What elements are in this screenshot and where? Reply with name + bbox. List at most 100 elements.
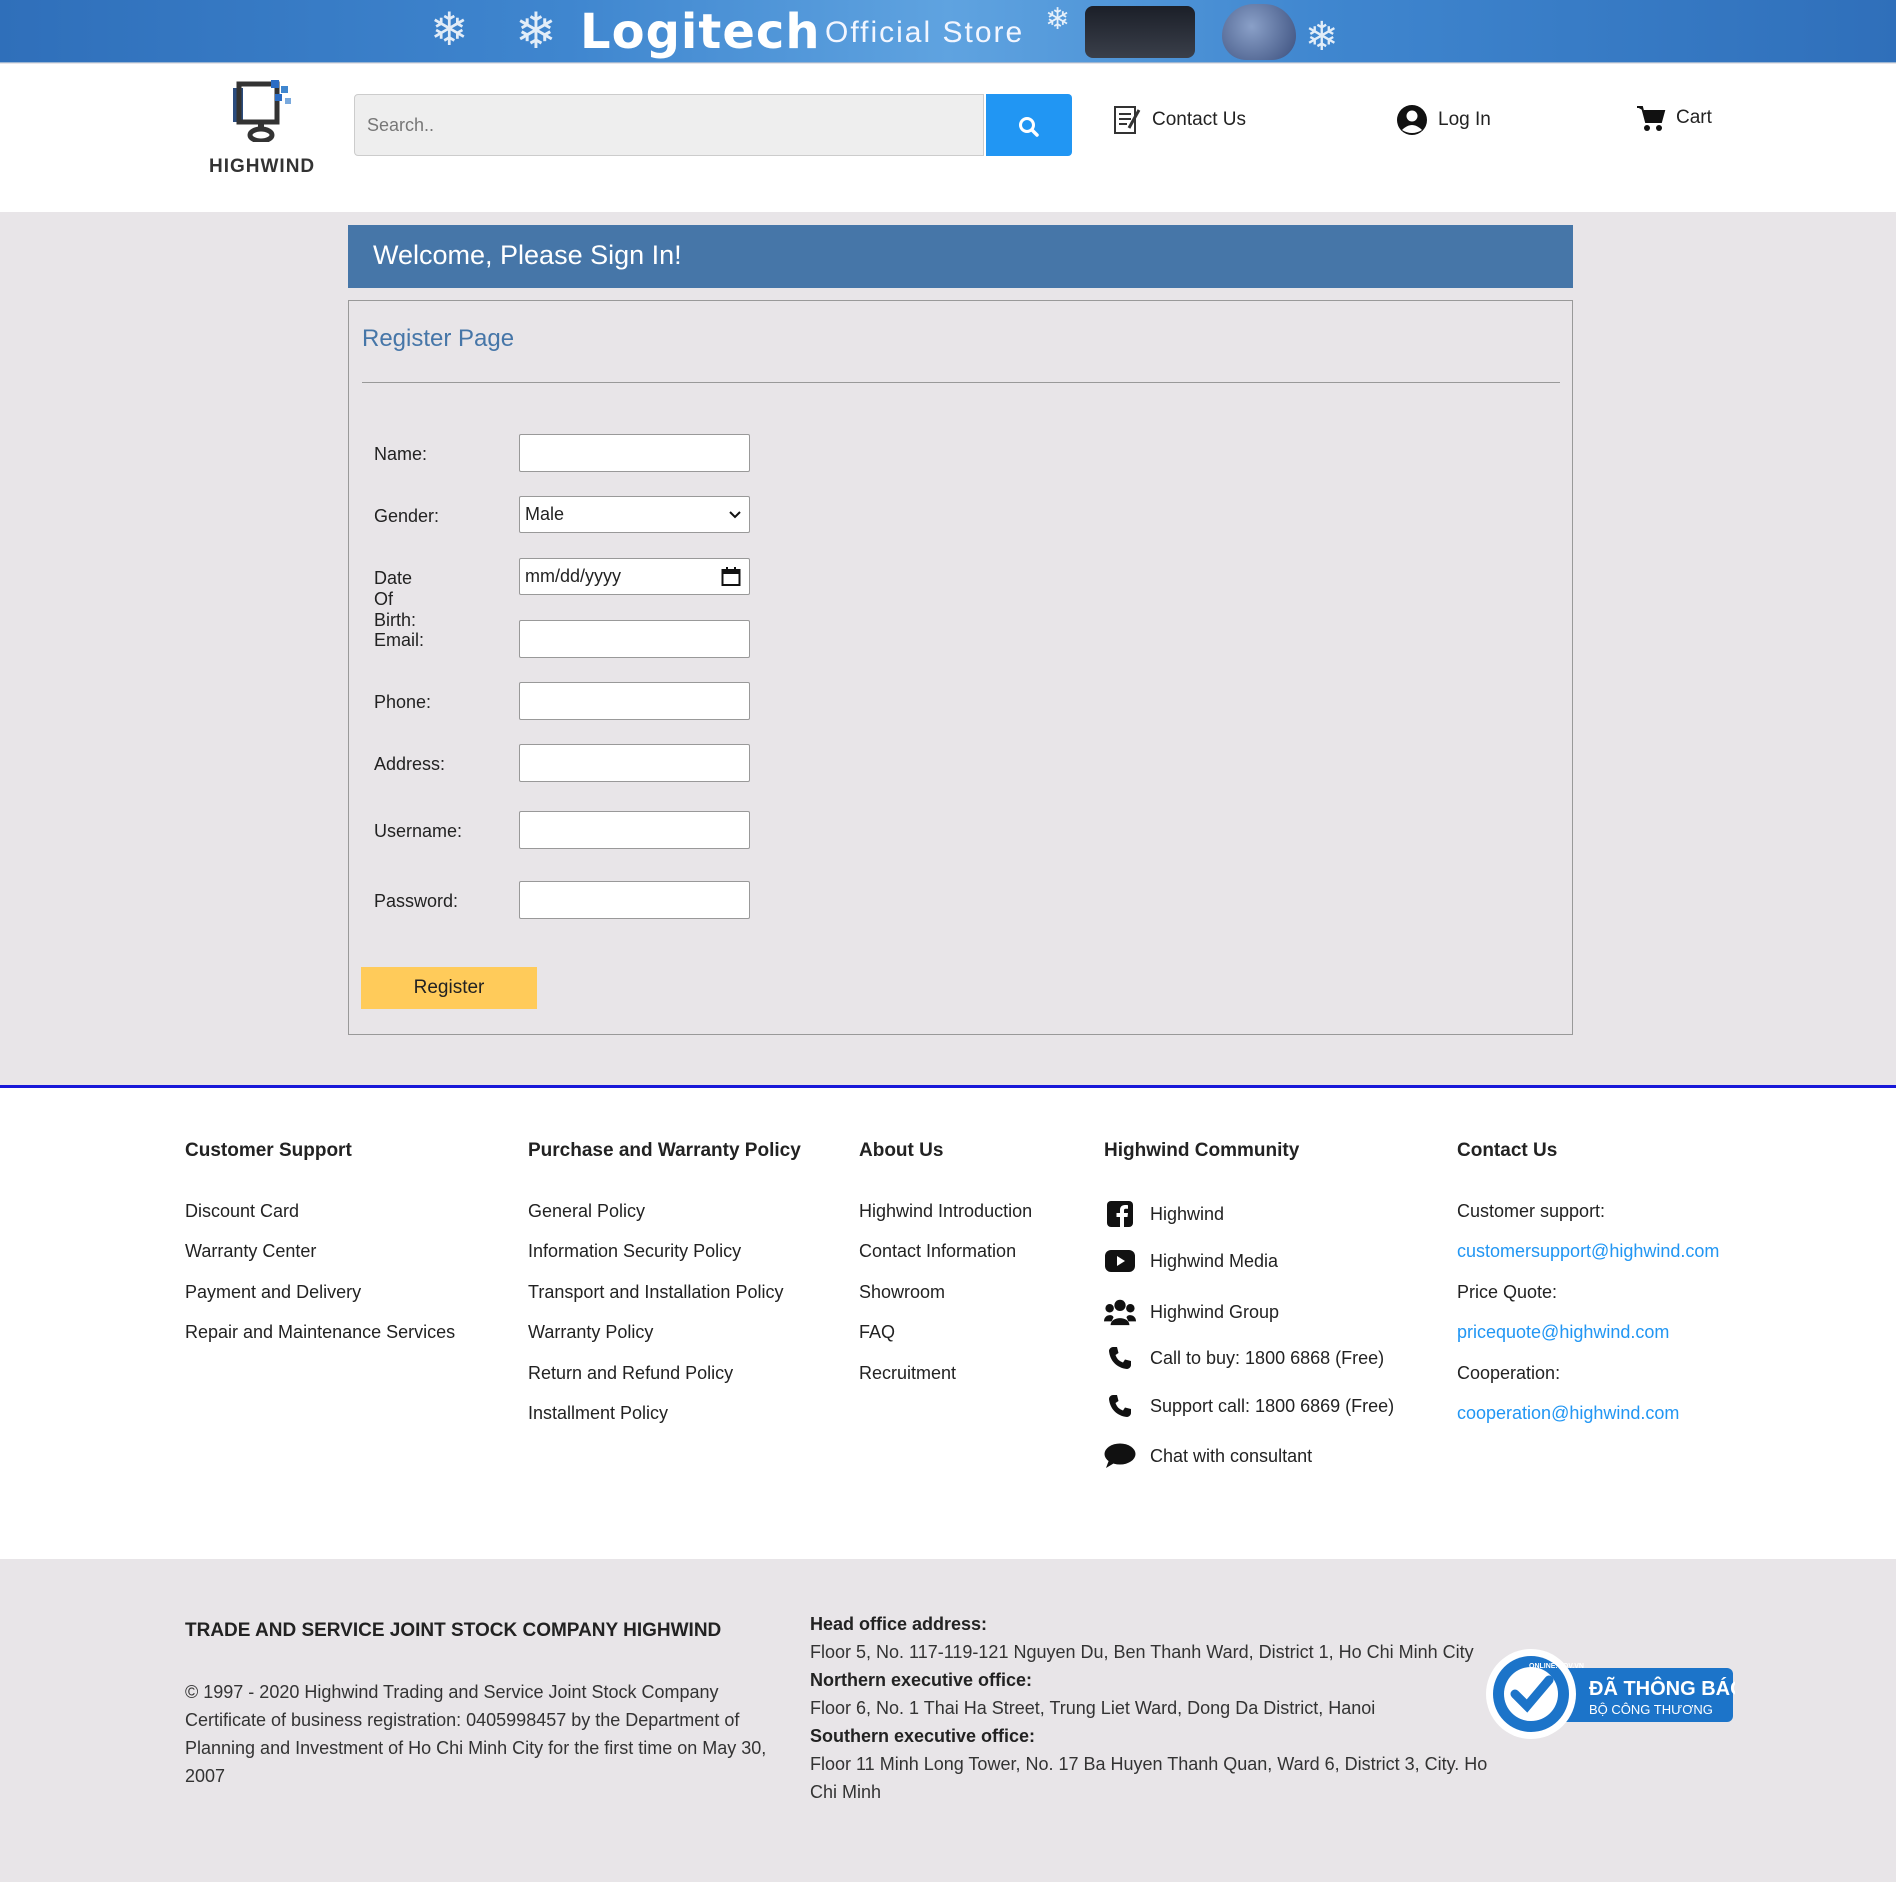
quote-email-link[interactable]: pricequote@highwind.com <box>1457 1322 1669 1343</box>
community-item-group[interactable]: Highwind Group <box>1104 1298 1279 1326</box>
footer-link[interactable]: Transport and Installation Policy <box>528 1282 783 1303</box>
footer-heading: Purchase and Warranty Policy <box>528 1140 801 1161</box>
phone-label: Phone: <box>374 692 432 712</box>
footer-link[interactable]: Contact Information <box>859 1241 1016 1262</box>
community-item-youtube[interactable]: Highwind Media <box>1104 1250 1278 1272</box>
cooperation-label: Cooperation: <box>1457 1363 1561 1383</box>
footer-link[interactable]: Installment Policy <box>528 1403 668 1424</box>
office-addresses: Head office address: Floor 5, No. 117-11… <box>810 1610 1490 1806</box>
community-label: Call to buy: 1800 6868 (Free) <box>1150 1347 1385 1368</box>
north-office-label: Northern executive office: <box>810 1670 1033 1690</box>
community-item-chat[interactable]: Chat with consultant <box>1104 1443 1312 1469</box>
footer-link[interactable]: Payment and Delivery <box>185 1282 361 1303</box>
company-info: TRADE AND SERVICE JOINT STOCK COMPANY HI… <box>0 1560 1896 1882</box>
community-label: Chat with consultant <box>1150 1445 1313 1466</box>
footer-link[interactable]: Highwind Introduction <box>859 1201 1032 1222</box>
search-input[interactable] <box>354 94 984 156</box>
keyboard-image <box>1085 6 1195 58</box>
email-field[interactable] <box>519 620 750 658</box>
dob-placeholder: mm/dd/yyyy <box>525 566 622 586</box>
banner-brand: Logitech <box>580 4 821 60</box>
header-contact-link[interactable]: Contact Us <box>1112 104 1246 136</box>
south-office-value: Floor 11 Minh Long Tower, No. 17 Ba Huye… <box>810 1754 1488 1802</box>
community-item-call-buy[interactable]: Call to buy: 1800 6868 (Free) <box>1104 1346 1384 1370</box>
footer-heading: Customer Support <box>185 1140 352 1161</box>
dob-field[interactable]: mm/dd/yyyy <box>519 558 750 595</box>
footer-link[interactable]: FAQ <box>859 1322 895 1343</box>
footer-link[interactable]: Showroom <box>859 1282 945 1303</box>
header-cart-link[interactable]: Cart <box>1636 104 1712 132</box>
cart-icon <box>1637 106 1666 131</box>
community-label: Highwind Group <box>1150 1301 1280 1322</box>
community-label: Highwind <box>1150 1203 1225 1224</box>
gender-value: Male <box>525 504 565 524</box>
divider <box>362 382 1560 383</box>
register-panel: Register Page Name: Gender: Male Date Of… <box>348 300 1573 1035</box>
site-footer: Customer Support Discount Card Warranty … <box>0 1085 1896 1559</box>
address-field[interactable] <box>519 744 750 782</box>
footer-heading: About Us <box>859 1140 944 1161</box>
footer-link[interactable]: General Policy <box>528 1201 645 1222</box>
name-label: Name: <box>374 444 428 464</box>
facebook-icon <box>1107 1201 1133 1227</box>
site-header: HIGHWIND Contact Us Log In <box>0 64 1896 212</box>
footer-heading: Contact Us <box>1457 1140 1558 1161</box>
badge-subtitle: BỘ CÔNG THƯƠNG <box>1589 1702 1713 1717</box>
quote-label: Price Quote: <box>1457 1282 1558 1302</box>
chat-icon <box>1104 1443 1136 1468</box>
promo-banner[interactable]: ❄ ❄ Logitech Official Store ❄ ❄ <box>0 0 1896 63</box>
youtube-icon <box>1105 1250 1135 1272</box>
logo-text: HIGHWIND <box>209 156 316 177</box>
footer-heading: Highwind Community <box>1104 1140 1300 1161</box>
monitor-logo-icon <box>233 80 291 142</box>
snowflake-icon: ❄ <box>430 3 469 55</box>
login-label: Log In <box>1438 109 1491 130</box>
south-office-label: Southern executive office: <box>810 1726 1036 1746</box>
community-item-facebook[interactable]: Highwind <box>1104 1201 1224 1227</box>
footer-link[interactable]: Repair and Maintenance Services <box>185 1322 455 1343</box>
cooperation-email-link[interactable]: cooperation@highwind.com <box>1457 1403 1679 1424</box>
cart-label: Cart <box>1676 107 1712 128</box>
community-item-support-call[interactable]: Support call: 1800 6869 (Free) <box>1104 1394 1394 1418</box>
head-office-label: Head office address: <box>810 1614 988 1634</box>
footer-link[interactable]: Information Security Policy <box>528 1241 741 1262</box>
footer-link[interactable]: Discount Card <box>185 1201 299 1222</box>
community-label: Support call: 1800 6869 (Free) <box>1150 1395 1395 1416</box>
registered-badge-icon[interactable]: ONLINE.GOV.VN ĐÃ THÔNG BÁO BỘ CÔNG THƯƠN… <box>1485 1648 1735 1740</box>
phone-icon <box>1109 1347 1131 1369</box>
snowflake-icon: ❄ <box>1305 15 1339 59</box>
support-email-link[interactable]: customersupport@highwind.com <box>1457 1241 1719 1262</box>
site-logo[interactable]: HIGHWIND <box>205 74 325 184</box>
password-label: Password: <box>374 891 459 911</box>
welcome-banner: Welcome, Please Sign In! <box>348 225 1573 288</box>
header-login-link[interactable]: Log In <box>1396 104 1491 136</box>
contact-label: Contact Us <box>1152 109 1246 130</box>
gender-select[interactable]: Male <box>519 496 750 533</box>
footer-link[interactable]: Warranty Center <box>185 1241 316 1262</box>
gender-label: Gender: <box>374 506 440 526</box>
community-label: Highwind Media <box>1150 1250 1279 1271</box>
head-office-value: Floor 5, No. 117-119-121 Nguyen Du, Ben … <box>810 1642 1474 1662</box>
footer-link[interactable]: Recruitment <box>859 1363 956 1384</box>
footer-link[interactable]: Return and Refund Policy <box>528 1363 733 1384</box>
chevron-down-icon <box>729 510 741 518</box>
snowflake-icon: ❄ <box>1045 3 1071 36</box>
calendar-icon[interactable] <box>721 566 741 587</box>
copyright-text: © 1997 - 2020 Highwind Trading and Servi… <box>185 1682 767 1786</box>
search-button[interactable] <box>986 94 1072 156</box>
username-field[interactable] <box>519 811 750 849</box>
password-field[interactable] <box>519 881 750 919</box>
footer-link[interactable]: Warranty Policy <box>528 1322 653 1343</box>
phone-field[interactable] <box>519 682 750 720</box>
name-field[interactable] <box>519 434 750 472</box>
badge-title: ĐÃ THÔNG BÁO <box>1589 1676 1735 1700</box>
address-label: Address: <box>374 754 446 774</box>
dob-label: Date Of Birth: <box>374 568 417 630</box>
user-circle-icon <box>1397 105 1427 135</box>
document-edit-icon <box>1114 106 1141 134</box>
support-label: Customer support: <box>1457 1201 1606 1221</box>
panel-title: Register Page <box>362 325 515 352</box>
search-icon <box>1019 117 1039 137</box>
register-button[interactable]: Register <box>361 967 537 1009</box>
banner-store-label: Official Store <box>825 16 1025 49</box>
